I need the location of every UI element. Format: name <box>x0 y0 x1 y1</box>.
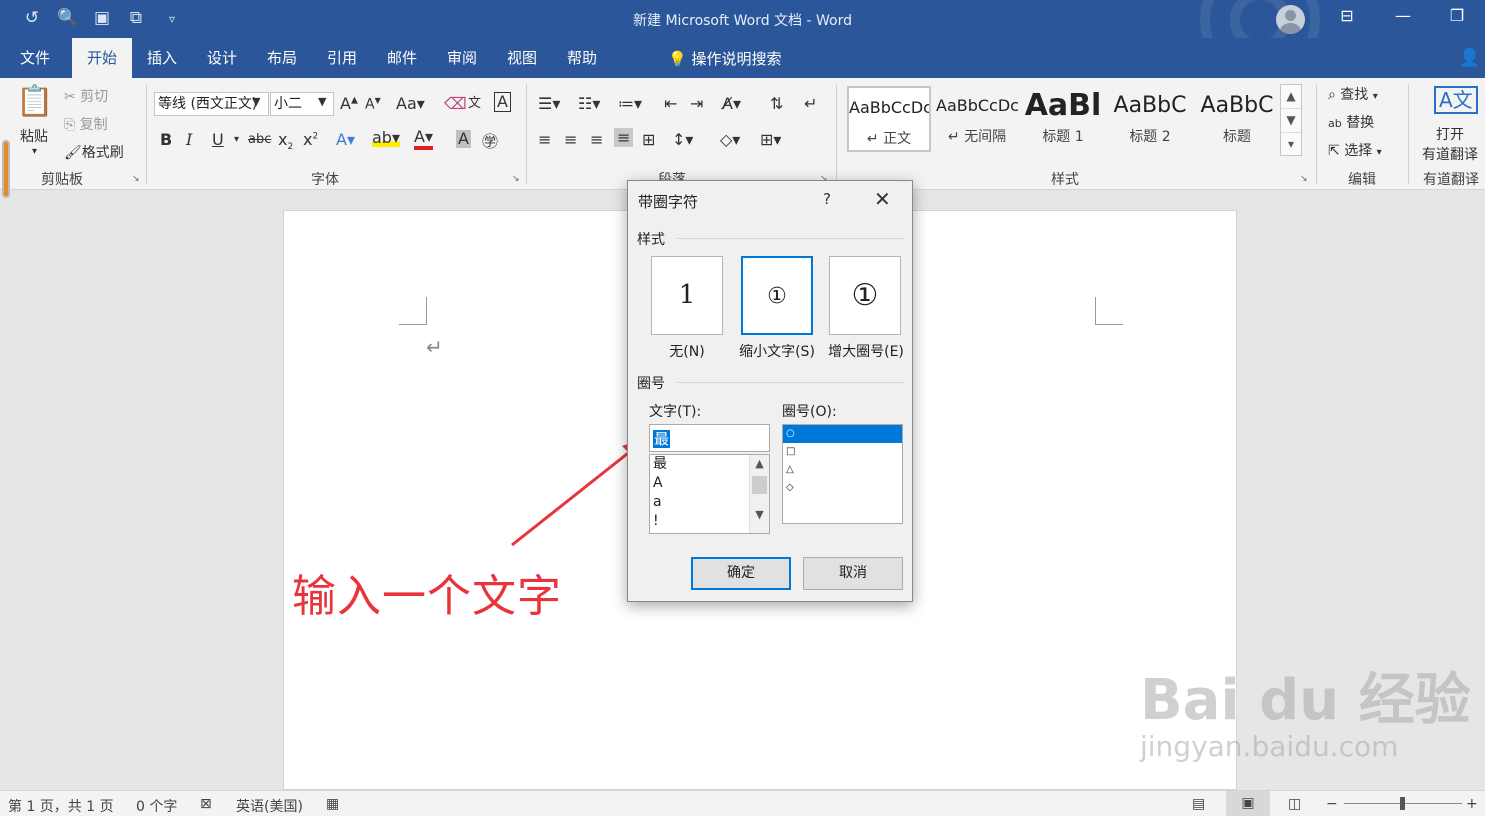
list-item[interactable]: ◇ <box>783 479 902 497</box>
dialog-title: 带圈字符 <box>638 193 699 211</box>
list-item[interactable]: □ <box>783 443 902 461</box>
style-section-label: 样式 <box>637 232 665 248</box>
zoom-in-icon[interactable]: + <box>1466 796 1478 812</box>
style-option-shrink-text[interactable]: ① <box>741 256 813 335</box>
enclosure-list[interactable]: ○ □ △ ◇ <box>782 424 903 524</box>
web-layout-icon[interactable]: ◫ <box>1288 796 1301 812</box>
zoom-slider-thumb[interactable] <box>1400 797 1405 810</box>
scroll-down-icon[interactable]: ▼ <box>750 506 769 524</box>
read-mode-icon[interactable]: ▤ <box>1192 796 1205 812</box>
section-divider <box>676 238 904 239</box>
section-divider <box>676 382 904 383</box>
status-bar: 第 1 页，共 1 页 0 个字 ⊠ 英语(美国) ▦ ▤ ▣ ◫ − + <box>0 790 1485 816</box>
proofing-icon[interactable]: ⊠ <box>200 796 212 812</box>
cancel-button[interactable]: 取消 <box>803 557 903 590</box>
style-option-enlarge-label[interactable]: 增大圈号(E) <box>821 341 911 361</box>
text-field-label: 文字(T): <box>649 404 702 420</box>
enclose-characters-dialog: 带圈字符 ? ✕ 样式 1 ① ① 无(N) 缩小文字(S) 增大圈号(E) 圈… <box>627 180 913 602</box>
style-option-shrink-label[interactable]: 缩小文字(S) <box>732 341 822 361</box>
annotation-text: 输入一个文字 <box>292 571 562 622</box>
enclosure-field-label: 圈号(O): <box>782 404 837 420</box>
print-layout-icon[interactable]: ▣ <box>1226 791 1270 816</box>
zoom-out-icon[interactable]: − <box>1326 796 1338 812</box>
style-option-none-label[interactable]: 无(N) <box>651 341 723 361</box>
language-indicator[interactable]: 英语(美国) <box>236 796 303 816</box>
style-option-none[interactable]: 1 <box>651 256 723 335</box>
text-list[interactable]: 最 A a ! ▲ ▼ <box>649 454 770 534</box>
enclosure-section-label: 圈号 <box>637 376 665 392</box>
baidu-watermark: Bai du 经验 jingyan.baidu.com <box>1140 655 1471 763</box>
scroll-thumb[interactable] <box>752 476 767 494</box>
list-item[interactable]: △ <box>783 461 902 479</box>
macro-icon[interactable]: ▦ <box>326 796 339 812</box>
style-option-enlarge-symbol[interactable]: ① <box>829 256 901 335</box>
text-input[interactable]: 最 <box>649 424 770 452</box>
page-count[interactable]: 第 1 页，共 1 页 <box>8 796 114 816</box>
scroll-up-icon[interactable]: ▲ <box>750 455 769 473</box>
close-icon[interactable]: ✕ <box>874 187 891 211</box>
watermark-brand: Bai du 经验 <box>1140 668 1471 733</box>
ok-button[interactable]: 确定 <box>691 557 791 590</box>
help-icon[interactable]: ? <box>823 190 831 208</box>
text-list-scrollbar[interactable]: ▲ ▼ <box>749 455 769 533</box>
word-count[interactable]: 0 个字 <box>136 796 177 816</box>
list-item[interactable]: ○ <box>783 425 902 443</box>
